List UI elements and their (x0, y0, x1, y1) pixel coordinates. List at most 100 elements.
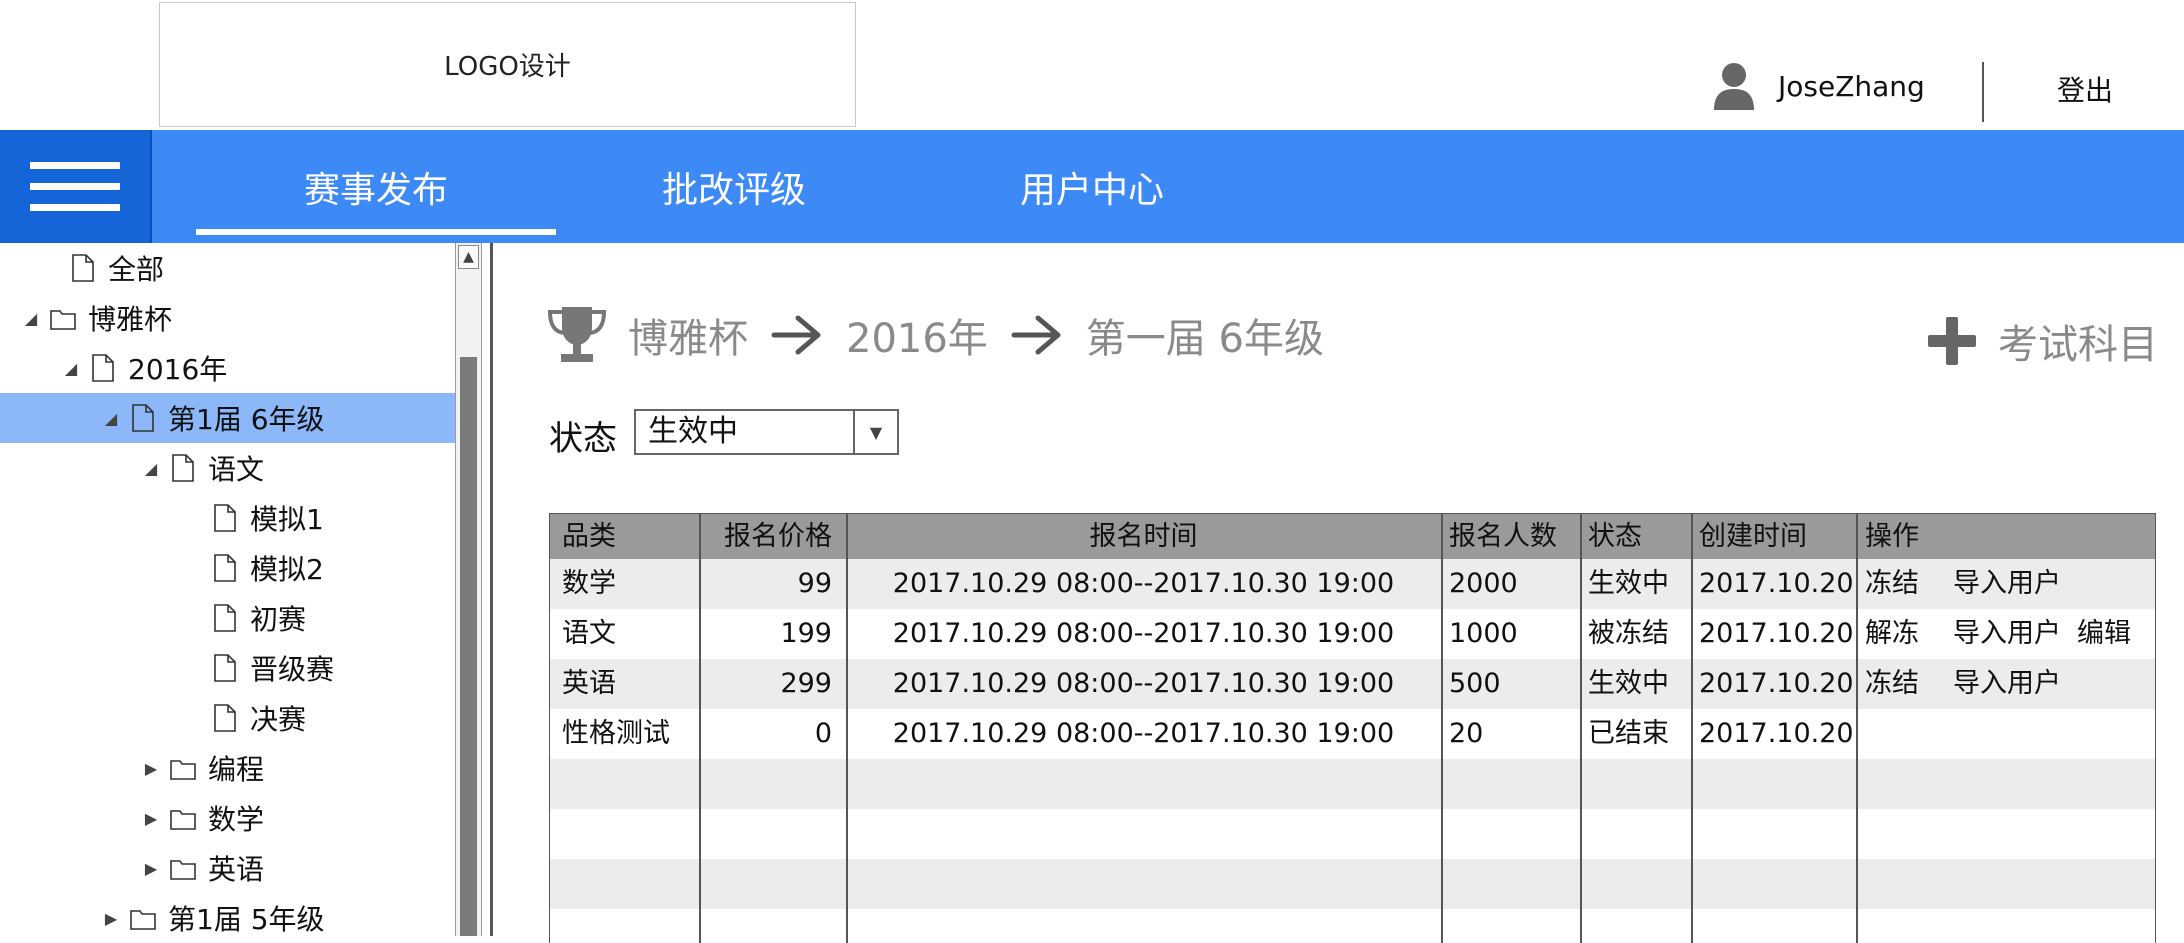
tree-item-programming[interactable]: ▶ 编程 (0, 743, 455, 793)
edit-link[interactable]: 编辑 (2077, 618, 2131, 649)
tree-item-all[interactable]: 全部 (0, 243, 455, 293)
table-row: 性格测试 0 2017.10.29 08:00--2017.10.30 19:0… (550, 709, 2155, 759)
freeze-link[interactable]: 冻结 (1865, 668, 1919, 699)
cell-status: 生效中 (1588, 668, 1669, 699)
column-header: 品类 (562, 521, 616, 552)
tree-expanded-icon[interactable]: ◢ (20, 309, 42, 328)
tree-scrollbar[interactable]: ▲ (455, 243, 482, 936)
username[interactable]: JoseZhang (1778, 70, 1925, 103)
tree-item-label: 英语 (208, 853, 265, 886)
tree-item-english[interactable]: ▶ 英语 (0, 843, 455, 893)
hamburger-menu-icon[interactable] (0, 130, 152, 243)
freeze-link[interactable]: 冻结 (1865, 568, 1919, 599)
file-icon (92, 354, 114, 382)
tree-expanded-icon[interactable]: ◢ (60, 359, 82, 378)
cell-time: 2017.10.29 08:00--2017.10.30 19:00 (892, 718, 1395, 749)
header-divider (1982, 62, 1984, 122)
tree-item-final[interactable]: 决赛 (0, 693, 455, 743)
cell-status: 生效中 (1588, 568, 1669, 599)
scroll-thumb[interactable] (460, 357, 477, 936)
logo[interactable]: LOGO设计 (159, 2, 856, 127)
tree-expanded-icon[interactable]: ◢ (140, 459, 162, 478)
status-select-value: 生效中 (648, 414, 738, 449)
tree-item-boyabei[interactable]: ◢ 博雅杯 (0, 293, 455, 343)
tab-event-publish[interactable]: 赛事发布 (196, 130, 556, 243)
cell-actions (1856, 709, 2154, 759)
column-header: 操作 (1865, 521, 1919, 552)
main-navbar: 赛事发布 批改评级 用户中心 (0, 130, 2184, 243)
tree-item-chinese[interactable]: ◢ 语文 (0, 443, 455, 493)
file-icon (214, 604, 236, 632)
table-row: 数学 99 2017.10.29 08:00--2017.10.30 19:00… (550, 559, 2155, 609)
cell-created: 2017.10.20 (1699, 568, 1854, 599)
cell-count: 1000 (1449, 618, 1518, 649)
tree-item-2016[interactable]: ◢ 2016年 (0, 343, 455, 393)
cell-created: 2017.10.20 (1699, 718, 1854, 749)
cell-actions: 冻结 导入用户 (1856, 659, 2154, 709)
folder-icon (170, 810, 196, 830)
tree-item-session1-grade6[interactable]: ◢ 第1届 6年级 (0, 393, 455, 443)
tab-user-center[interactable]: 用户中心 (912, 130, 1272, 243)
tab-label: 用户中心 (1019, 169, 1164, 211)
import-users-link[interactable]: 导入用户 (1953, 618, 2061, 649)
column-divider (1691, 514, 1693, 943)
tab-label: 批改评级 (661, 169, 806, 211)
file-icon (172, 454, 194, 482)
table-row-empty (550, 759, 2155, 809)
breadcrumb-item[interactable]: 第一届 6年级 (1086, 306, 1324, 364)
column-divider (1580, 514, 1582, 943)
tree-item-label: 晋级赛 (250, 653, 335, 686)
cell-price: 299 (780, 668, 832, 699)
arrow-right-icon (1011, 315, 1061, 355)
cell-count: 500 (1449, 668, 1501, 699)
breadcrumb-item[interactable]: 2016年 (846, 306, 988, 364)
tree-item-label: 语文 (208, 453, 265, 486)
column-divider (1856, 514, 1858, 943)
cell-status: 被冻结 (1588, 618, 1669, 649)
column-header: 报名价格 (724, 521, 832, 552)
cell-count: 20 (1449, 718, 1484, 749)
trophy-icon (547, 307, 607, 362)
add-exam-subject-button[interactable]: 考试科目 (1926, 312, 2158, 370)
chevron-down-icon[interactable]: ▼ (853, 411, 897, 453)
tree-collapsed-icon[interactable]: ▶ (100, 909, 122, 928)
tree-collapsed-icon[interactable]: ▶ (140, 809, 162, 828)
cell-time: 2017.10.29 08:00--2017.10.30 19:00 (892, 568, 1395, 599)
user-avatar-icon[interactable] (1712, 62, 1756, 110)
import-users-link[interactable]: 导入用户 (1953, 568, 2061, 599)
unfreeze-link[interactable]: 解冻 (1865, 618, 1919, 649)
menu-bar (30, 183, 120, 190)
tree-collapsed-icon[interactable]: ▶ (140, 859, 162, 878)
cell-count: 2000 (1449, 568, 1518, 599)
tree-expanded-icon[interactable]: ◢ (100, 409, 122, 428)
cell-actions: 冻结 导入用户 (1856, 559, 2154, 609)
cell-time: 2017.10.29 08:00--2017.10.30 19:00 (892, 668, 1395, 699)
column-header: 状态 (1588, 521, 1642, 552)
file-icon (214, 704, 236, 732)
column-header: 报名人数 (1449, 521, 1557, 552)
tree-item-preliminary[interactable]: 初赛 (0, 593, 455, 643)
tree-item-session1-grade5[interactable]: ▶ 第1届 5年级 (0, 893, 455, 936)
tree-item-math[interactable]: ▶ 数学 (0, 793, 455, 843)
tab-grading[interactable]: 批改评级 (554, 130, 914, 243)
event-table: 品类 报名价格 报名时间 报名人数 状态 创建时间 操作 数学 99 2017.… (549, 513, 2156, 943)
file-icon (132, 404, 154, 432)
table-row-empty (550, 909, 2155, 943)
tree-item-label: 2016年 (128, 353, 228, 386)
cell-category: 英语 (562, 668, 616, 699)
cell-price: 99 (797, 568, 832, 599)
tree-collapsed-icon[interactable]: ▶ (140, 759, 162, 778)
tree-item-advance[interactable]: 晋级赛 (0, 643, 455, 693)
cell-price: 0 (814, 718, 832, 749)
file-icon (214, 554, 236, 582)
logout-button[interactable]: 登出 (2057, 69, 2113, 109)
breadcrumb-item[interactable]: 博雅杯 (628, 306, 748, 364)
panel-divider (490, 243, 493, 936)
menu-bar (30, 162, 120, 169)
import-users-link[interactable]: 导入用户 (1953, 668, 2061, 699)
status-select[interactable]: 生效中 ▼ (634, 409, 899, 455)
tree-item-mock1[interactable]: 模拟1 (0, 493, 455, 543)
tree-item-label: 模拟2 (250, 553, 324, 586)
scroll-up-arrow-icon[interactable]: ▲ (458, 245, 479, 269)
tree-item-mock2[interactable]: 模拟2 (0, 543, 455, 593)
